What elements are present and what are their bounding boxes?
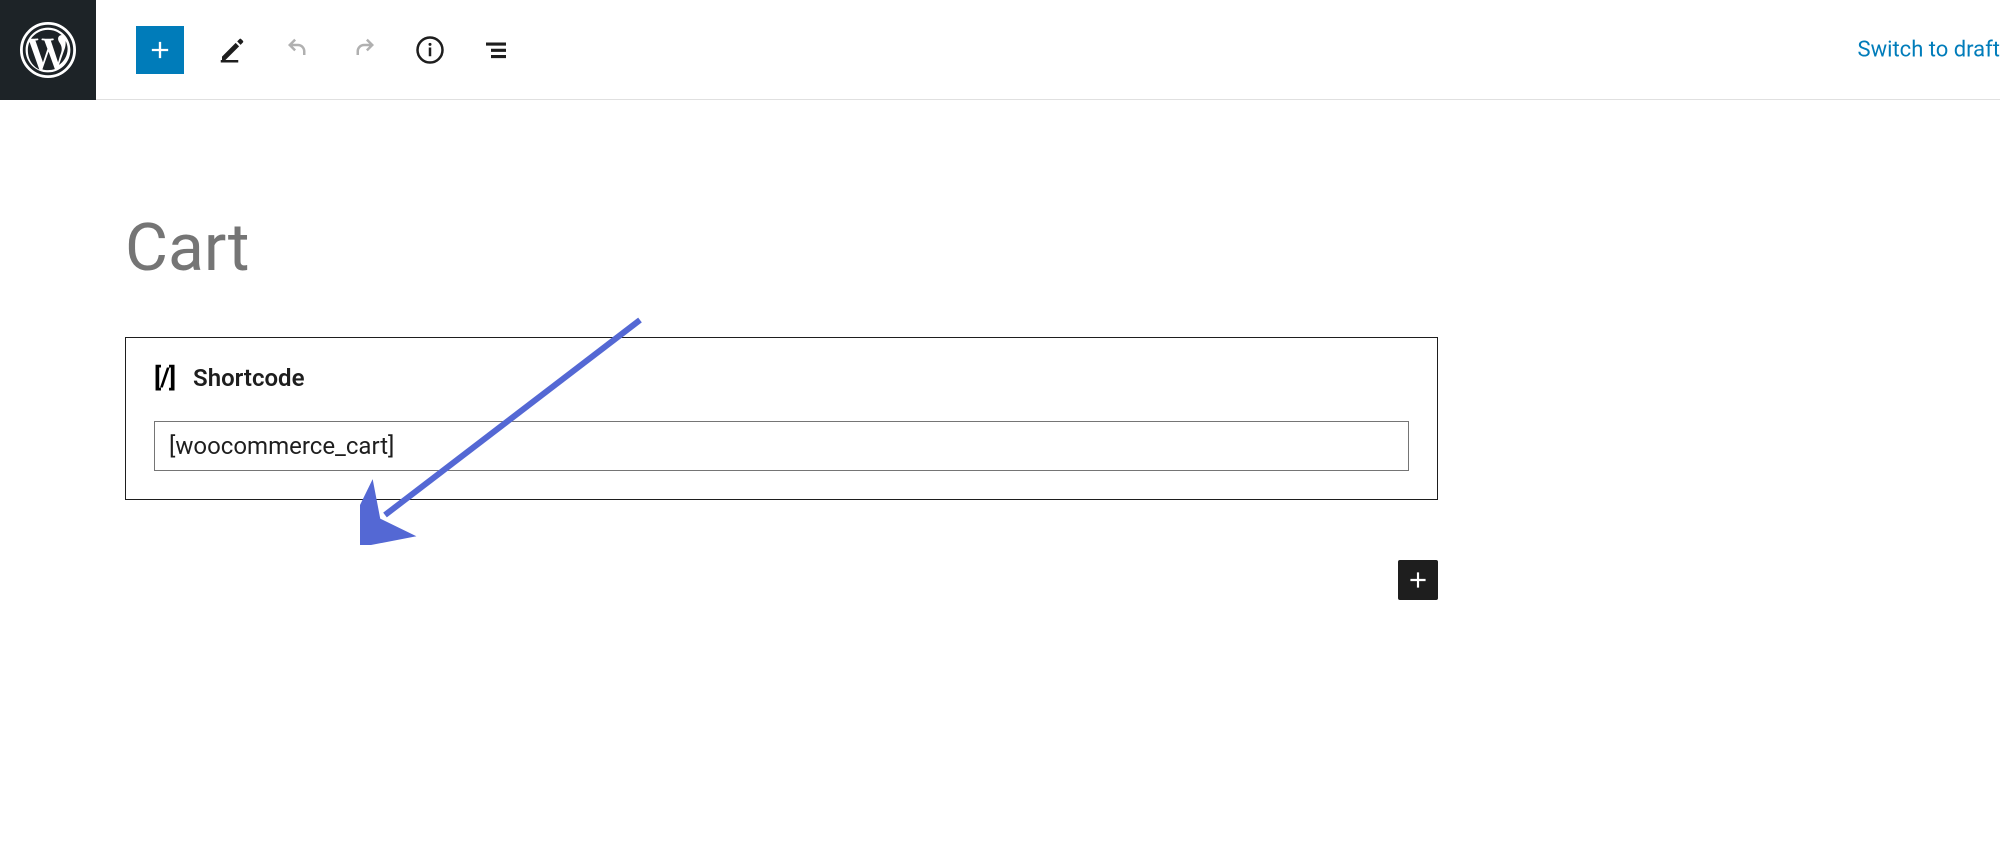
- switch-to-draft-button[interactable]: Switch to draft: [1858, 37, 2000, 62]
- editor-content: Cart [/] Shortcode: [0, 100, 2000, 500]
- pencil-icon: [217, 35, 247, 65]
- undo-button[interactable]: [280, 32, 316, 68]
- toolbar-right-group: Switch to draft: [1858, 37, 2000, 62]
- shortcode-icon: [/]: [154, 363, 175, 393]
- plus-icon: [146, 36, 174, 64]
- add-block-inline-button[interactable]: [1398, 560, 1438, 600]
- shortcode-input[interactable]: [154, 421, 1409, 471]
- shortcode-block-label: Shortcode: [193, 364, 304, 392]
- shortcode-block-header: [/] Shortcode: [154, 363, 1409, 393]
- redo-icon: [349, 35, 379, 65]
- plus-icon: [1405, 567, 1431, 593]
- toolbar-left-group: [96, 26, 514, 74]
- undo-icon: [283, 35, 313, 65]
- list-view-icon: [481, 35, 511, 65]
- wordpress-icon: [20, 22, 76, 78]
- page-title[interactable]: Cart: [125, 210, 2000, 287]
- info-icon: [415, 35, 445, 65]
- info-button[interactable]: [412, 32, 448, 68]
- editor-toolbar: Switch to draft: [0, 0, 2000, 100]
- list-view-button[interactable]: [478, 32, 514, 68]
- edit-mode-button[interactable]: [214, 32, 250, 68]
- redo-button[interactable]: [346, 32, 382, 68]
- wordpress-logo-button[interactable]: [0, 0, 96, 100]
- shortcode-block[interactable]: [/] Shortcode: [125, 337, 1438, 500]
- add-block-button[interactable]: [136, 26, 184, 74]
